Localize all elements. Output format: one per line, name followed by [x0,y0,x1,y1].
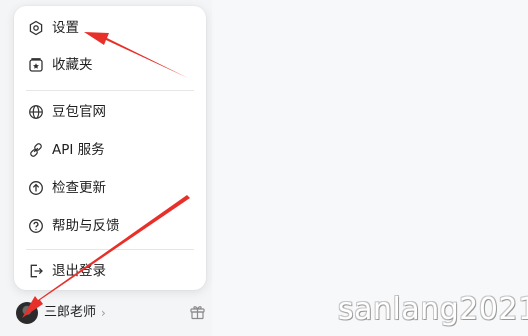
gift-icon[interactable] [189,303,206,320]
menu-item-help-feedback[interactable]: 帮助与反馈 [14,209,206,243]
menu-item-label: 帮助与反馈 [52,218,120,234]
avatar[interactable] [16,302,38,324]
menu-item-label: 设置 [52,20,79,36]
menu-item-label: 检查更新 [52,180,106,196]
menu-item-favorites[interactable]: 收藏夹 [14,48,206,82]
logout-icon [30,264,43,278]
bookmark-icon [29,58,43,72]
question-circle-icon [29,219,43,233]
menu-item-label: 退出登录 [52,263,106,279]
divider [26,249,194,250]
menu-item-logout[interactable]: 退出登录 [14,254,206,288]
watermark: sanlang2021 [338,292,528,327]
menu-item-label: API 服务 [52,142,105,158]
menu-item-official-site[interactable]: 豆包官网 [14,95,206,129]
link-icon [30,143,42,157]
arrow-up-circle-icon [29,181,43,195]
menu-item-label: 豆包官网 [52,104,106,120]
main-content [212,0,528,336]
menu-item-label: 收藏夹 [52,57,93,73]
divider [26,90,194,91]
user-bar: 三郎老师 › [0,296,212,336]
menu-item-api-service[interactable]: API 服务 [14,133,206,167]
chevron-right-icon[interactable]: › [101,304,106,322]
account-menu: 设置 收藏夹 豆包官网 API 服务 检查更新 帮助与反馈 退出登录 [14,6,206,290]
globe-icon [29,105,43,119]
menu-item-settings[interactable]: 设置 [14,11,206,45]
gear-icon [29,20,43,36]
menu-item-check-update[interactable]: 检查更新 [14,171,206,205]
user-name[interactable]: 三郎老师 [44,304,96,322]
